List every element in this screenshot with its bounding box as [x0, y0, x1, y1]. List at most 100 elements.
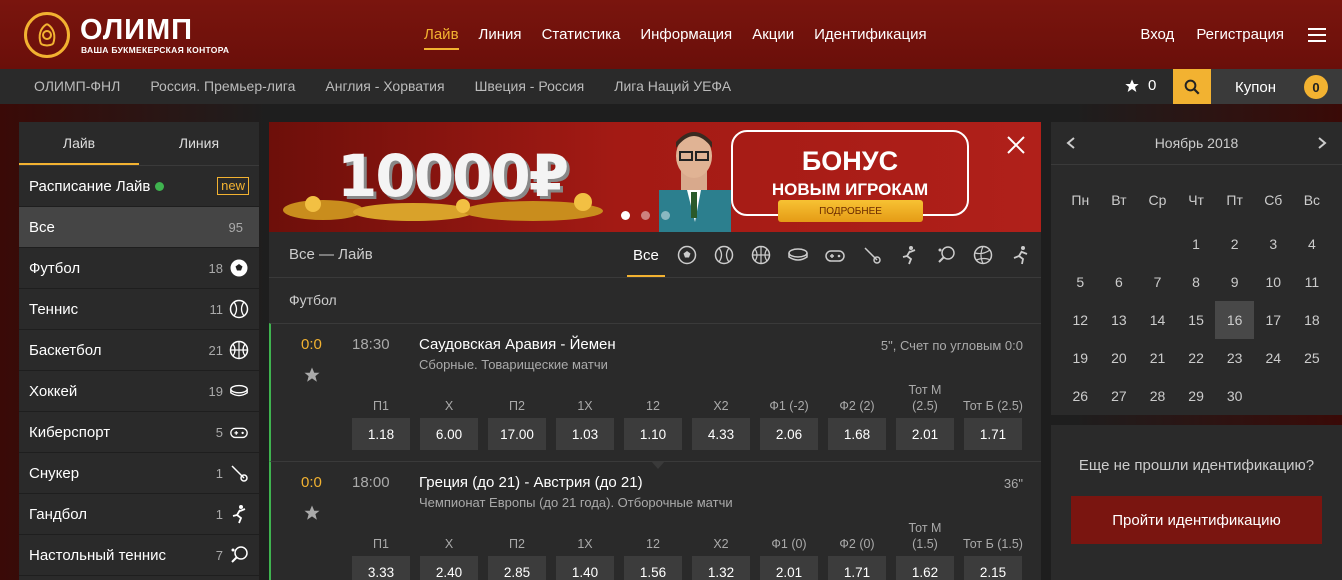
odd-button[interactable]: 1.71: [964, 418, 1022, 450]
sidebar-item[interactable]: Теннис 11: [19, 289, 259, 330]
calendar-day[interactable]: 12: [1061, 301, 1100, 339]
odd-button[interactable]: 2.01: [760, 556, 818, 580]
odd-button[interactable]: 1.56: [624, 556, 682, 580]
more-button[interactable]: ПОДРОБНЕЕ: [778, 200, 923, 222]
odd-button[interactable]: 6.00: [420, 418, 478, 450]
calendar-day[interactable]: 22: [1177, 339, 1216, 377]
calendar-day[interactable]: 5: [1061, 263, 1100, 301]
calendar-day[interactable]: 30: [1215, 377, 1254, 415]
nav-item[interactable]: Линия: [479, 26, 522, 50]
filter-all[interactable]: Все: [627, 234, 665, 277]
star-icon[interactable]: [303, 366, 321, 389]
hockey-icon[interactable]: [780, 232, 817, 278]
odd-button[interactable]: 2.85: [488, 556, 546, 580]
calendar-day[interactable]: 27: [1100, 377, 1139, 415]
sidebar-item[interactable]: Киберспорт 5: [19, 412, 259, 453]
odd-button[interactable]: 2.15: [964, 556, 1022, 580]
quick-link[interactable]: ОЛИМП-ФНЛ: [34, 78, 120, 94]
register-link[interactable]: Регистрация: [1196, 26, 1284, 43]
sidebar-item[interactable]: Все 95: [19, 207, 259, 248]
promo-banner[interactable]: 10000₽ БОНУС НОВЫМ ИГРОКАМ ПОДРОБНЕЕ: [269, 122, 1041, 232]
football-icon[interactable]: [669, 232, 706, 278]
odd-button[interactable]: 4.33: [692, 418, 750, 450]
calendar-day[interactable]: 13: [1100, 301, 1139, 339]
calendar-day[interactable]: 7: [1138, 263, 1177, 301]
match-teams[interactable]: Греция (до 21) - Австрия (до 21): [419, 474, 643, 491]
odd-button[interactable]: 1.71: [828, 556, 886, 580]
calendar-day[interactable]: 29: [1177, 377, 1216, 415]
odd-button[interactable]: 1.18: [352, 418, 410, 450]
basketball-icon[interactable]: [743, 232, 780, 278]
odd-button[interactable]: 1.68: [828, 418, 886, 450]
favorites[interactable]: 0: [1124, 77, 1156, 94]
match-teams[interactable]: Саудовская Аравия - Йемен: [419, 336, 616, 353]
tab-line[interactable]: Линия: [139, 122, 259, 165]
table-tennis-icon[interactable]: [928, 232, 965, 278]
sidebar-item[interactable]: Гандбол 1: [19, 494, 259, 535]
carousel-dot[interactable]: [641, 211, 650, 220]
sidebar-item[interactable]: Футбол 18: [19, 248, 259, 289]
quick-link[interactable]: Швеция - Россия: [475, 78, 585, 94]
calendar-day[interactable]: 28: [1138, 377, 1177, 415]
sidebar-item[interactable]: Снукер 1: [19, 453, 259, 494]
calendar-day[interactable]: 3: [1254, 225, 1293, 263]
calendar-day[interactable]: 4: [1293, 225, 1332, 263]
chevron-right-icon[interactable]: [1316, 136, 1328, 150]
login-link[interactable]: Вход: [1140, 26, 1174, 43]
athletics-icon[interactable]: [1002, 232, 1039, 278]
calendar-day[interactable]: 18: [1293, 301, 1332, 339]
calendar-day[interactable]: 25: [1293, 339, 1332, 377]
snooker-icon[interactable]: [854, 232, 891, 278]
handball-icon[interactable]: [891, 232, 928, 278]
calendar-day[interactable]: 10: [1254, 263, 1293, 301]
tab-live[interactable]: Лайв: [19, 122, 139, 165]
calendar-day[interactable]: 20: [1100, 339, 1139, 377]
sidebar-item[interactable]: Настольный теннис 7: [19, 535, 259, 576]
logo[interactable]: ОЛИМП ВАША БУКМЕКЕРСКАЯ КОНТОРА: [24, 12, 244, 58]
calendar-day[interactable]: 1: [1177, 225, 1216, 263]
quick-link[interactable]: Лига Наций УЕФА: [614, 78, 731, 94]
calendar-day[interactable]: 23: [1215, 339, 1254, 377]
calendar-day[interactable]: 17: [1254, 301, 1293, 339]
carousel-dot[interactable]: [661, 211, 670, 220]
tennis-icon[interactable]: [706, 232, 743, 278]
calendar-day[interactable]: 16: [1215, 301, 1254, 339]
quick-link[interactable]: Россия. Премьер-лига: [150, 78, 295, 94]
calendar-day[interactable]: 19: [1061, 339, 1100, 377]
volleyball-icon[interactable]: [965, 232, 1002, 278]
odd-button[interactable]: 1.10: [624, 418, 682, 450]
odd-button[interactable]: 2.01: [896, 418, 954, 450]
odd-button[interactable]: 17.00: [488, 418, 546, 450]
calendar-day[interactable]: 11: [1293, 263, 1332, 301]
calendar-day[interactable]: 6: [1100, 263, 1139, 301]
nav-item[interactable]: Лайв: [424, 26, 459, 50]
nav-item[interactable]: Статистика: [542, 26, 621, 50]
odd-button[interactable]: 1.32: [692, 556, 750, 580]
calendar-day[interactable]: 24: [1254, 339, 1293, 377]
star-icon[interactable]: [303, 504, 321, 527]
live-schedule-link[interactable]: Расписание Лайв new: [19, 166, 259, 207]
nav-item[interactable]: Информация: [640, 26, 732, 50]
calendar-day[interactable]: 14: [1138, 301, 1177, 339]
nav-item[interactable]: Идентификация: [814, 26, 926, 50]
odd-button[interactable]: 2.40: [420, 556, 478, 580]
calendar-day[interactable]: 21: [1138, 339, 1177, 377]
nav-item[interactable]: Акции: [752, 26, 794, 50]
sidebar-item[interactable]: Баскетбол 21: [19, 330, 259, 371]
calendar-day[interactable]: 26: [1061, 377, 1100, 415]
close-icon[interactable]: [1005, 134, 1027, 156]
sidebar-item[interactable]: Хоккей 19: [19, 371, 259, 412]
coupon-button[interactable]: Купон 0: [1211, 69, 1342, 105]
calendar-day[interactable]: 2: [1215, 225, 1254, 263]
chevron-left-icon[interactable]: [1065, 136, 1077, 150]
match-row[interactable]: 0:0 18:30 Саудовская Аравия - Йемен Сборные…: [269, 323, 1041, 461]
gamepad-icon[interactable]: [817, 232, 854, 278]
search-button[interactable]: [1173, 69, 1211, 105]
odd-button[interactable]: 3.33: [352, 556, 410, 580]
quick-link[interactable]: Англия - Хорватия: [325, 78, 444, 94]
calendar-day[interactable]: 15: [1177, 301, 1216, 339]
odd-button[interactable]: 1.40: [556, 556, 614, 580]
identification-button[interactable]: Пройти идентификацию: [1071, 496, 1322, 544]
calendar-day[interactable]: 9: [1215, 263, 1254, 301]
calendar-day[interactable]: 8: [1177, 263, 1216, 301]
